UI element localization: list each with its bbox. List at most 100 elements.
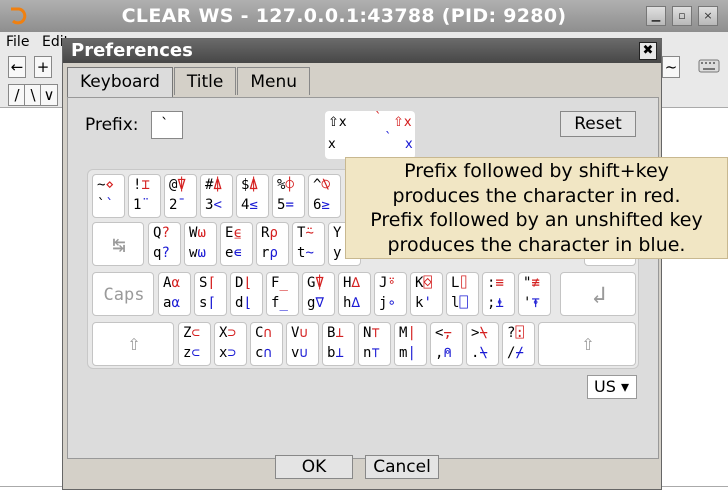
key-shifted-label: !⌶: [133, 177, 150, 193]
key-shift-left[interactable]: ⇧: [92, 322, 174, 366]
legend-shift-x: ⇧x: [328, 115, 347, 130]
shift-right-icon: ⇧: [581, 331, 595, 356]
key-row3-8[interactable]: L⌷ l⎕: [446, 272, 479, 316]
key-unshifted-label: s⌈: [199, 295, 216, 311]
key-unshifted-label: k': [415, 295, 432, 311]
key-row4-3[interactable]: V∪ v∪: [286, 322, 319, 366]
key-row1-6[interactable]: ^⍉ 6≥: [308, 174, 341, 218]
minimize-icon[interactable]: ▁: [646, 6, 666, 26]
menu-file[interactable]: File: [6, 34, 29, 50]
key-row3-7[interactable]: K⌺ k': [410, 272, 443, 316]
key-unshifted-label: b⊥: [327, 345, 344, 361]
legend-x: x: [328, 137, 336, 152]
key-shifted-label: W⍵: [189, 225, 206, 241]
toolbar-button-or[interactable]: ∨: [40, 84, 58, 106]
key-unshifted-label: l⎕: [451, 295, 468, 311]
key-row3-0[interactable]: A⍺ a⍺: [158, 272, 191, 316]
key-shifted-label: Rρ: [261, 225, 278, 241]
key-row4-5[interactable]: N⊤ n⊤: [358, 322, 391, 366]
key-shifted-label: G⍒: [307, 275, 324, 291]
toolbar-button-tilde[interactable]: ~: [662, 56, 680, 78]
key-row4-1[interactable]: X⊃ x⊃: [214, 322, 247, 366]
key-row2-1[interactable]: W⍵ w⍵: [184, 222, 217, 266]
key-row2-4[interactable]: T⍨ t~: [292, 222, 325, 266]
prefix-input[interactable]: `: [151, 111, 183, 139]
key-row1-4[interactable]: $⍋ 4≤: [236, 174, 269, 218]
key-row4-8[interactable]: >⍀ .⍀: [466, 322, 499, 366]
key-shifted-label: >⍀: [471, 325, 488, 341]
key-unshifted-label: e∊: [225, 245, 242, 261]
key-unshifted-label: 2¯: [169, 197, 186, 213]
legend-shift-x-red: ⇧x: [393, 115, 412, 130]
toolbar-button-plus[interactable]: +: [34, 56, 52, 78]
key-row1-5[interactable]: %⌽ 5=: [272, 174, 305, 218]
key-row4-4[interactable]: B⊥ b⊥: [322, 322, 355, 366]
legend-prefix-blue: `: [385, 131, 392, 146]
key-row1-1[interactable]: !⌶ 1¨: [128, 174, 161, 218]
key-shift-right[interactable]: ⇧: [538, 322, 636, 366]
key-shifted-label: Q?: [153, 225, 170, 241]
key-legend: ⇧x x ` ⇧x ` x: [325, 111, 415, 159]
key-shifted-label: K⌺: [415, 275, 432, 291]
key-unshifted-label: z⊂: [183, 345, 200, 361]
key-row1-0[interactable]: ~⋄ ``: [92, 174, 125, 218]
key-unshifted-label: f_: [271, 295, 288, 311]
prefix-tooltip: Prefix followed by shift+key produces th…: [345, 157, 728, 259]
keyboard-icon[interactable]: [698, 56, 720, 76]
key-unshifted-label: rρ: [261, 245, 278, 261]
window-title: CLEAR WS - 127.0.0.1:43788 (PID: 9280): [121, 5, 567, 27]
key-shifted-label: J⍤: [379, 275, 396, 291]
key-enter[interactable]: ↲: [560, 272, 636, 316]
session-area-left[interactable]: [0, 108, 62, 504]
key-shifted-label: A⍺: [163, 275, 180, 291]
tooltip-line-2: produces the character in red.: [392, 184, 681, 207]
toolbar-button-back[interactable]: ←: [8, 56, 26, 78]
key-unshifted-label: d⌊: [235, 295, 252, 311]
key-row2-3[interactable]: Rρ rρ: [256, 222, 289, 266]
key-unshifted-label: a⍺: [163, 295, 180, 311]
tab-title[interactable]: Title: [173, 67, 237, 95]
key-row4-0[interactable]: Z⊂ z⊂: [178, 322, 211, 366]
cancel-button[interactable]: Cancel: [365, 455, 439, 479]
key-caps[interactable]: Caps: [92, 272, 154, 316]
close-window-icon[interactable]: ×: [698, 6, 718, 26]
key-shifted-label: H∆: [343, 275, 360, 291]
key-row2-0[interactable]: Q? q?: [148, 222, 181, 266]
key-row3-6[interactable]: J⍤ j∘: [374, 272, 407, 316]
maximize-icon[interactable]: ▫: [672, 6, 692, 26]
key-row3-3[interactable]: F_ f_: [266, 272, 299, 316]
key-row3-10[interactable]: "≢ '⍕: [518, 272, 551, 316]
key-tab[interactable]: ↹: [92, 222, 144, 266]
key-row4-7[interactable]: <⍪ ,⍝: [430, 322, 463, 366]
key-unshifted-label: y: [333, 245, 342, 261]
key-row3-9[interactable]: :≡ ;⍎: [482, 272, 515, 316]
key-unshifted-label: c∩: [255, 345, 272, 361]
close-icon[interactable]: ✖: [639, 42, 657, 60]
key-shifted-label: ^⍉: [313, 177, 330, 193]
key-row3-4[interactable]: G⍒ g∇: [302, 272, 335, 316]
key-unshifted-label: 6≥: [313, 197, 330, 213]
prefix-label: Prefix:: [85, 115, 139, 135]
shift-left-icon: ⇧: [127, 331, 141, 356]
key-row1-3[interactable]: #⍋ 3<: [200, 174, 233, 218]
key-shifted-label: D⌊: [235, 275, 252, 291]
tab-keyboard[interactable]: Keyboard: [67, 67, 173, 97]
tab-menu[interactable]: Menu: [237, 67, 311, 95]
key-unshifted-label: 5=: [277, 197, 294, 213]
key-row3-5[interactable]: H∆ h∆: [338, 272, 371, 316]
key-unshifted-label: .⍀: [471, 345, 488, 361]
key-row4-6[interactable]: M| m|: [394, 322, 427, 366]
key-row3-2[interactable]: D⌊ d⌊: [230, 272, 263, 316]
layout-select[interactable]: US ▾: [587, 375, 637, 399]
key-unshifted-label: m|: [399, 345, 416, 361]
key-row3-1[interactable]: S⌈ s⌈: [194, 272, 227, 316]
key-row4-2[interactable]: C∩ c∩: [250, 322, 283, 366]
key-unshifted-label: x⊃: [219, 345, 236, 361]
key-shifted-label: T⍨: [297, 225, 314, 241]
key-row4-9[interactable]: ?⍠ /⌿: [502, 322, 535, 366]
ok-button[interactable]: OK: [275, 455, 353, 479]
key-row1-2[interactable]: @⍒ 2¯: [164, 174, 197, 218]
reset-button[interactable]: Reset: [560, 111, 636, 137]
key-row2-2[interactable]: E⍷ e∊: [220, 222, 253, 266]
key-unshifted-label: ;⍎: [487, 295, 504, 311]
